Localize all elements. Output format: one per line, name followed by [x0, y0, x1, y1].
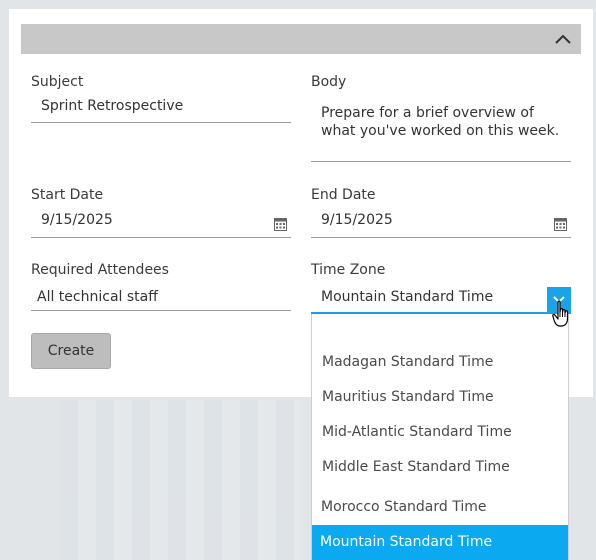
subject-value: Sprint Retrospective [41, 98, 184, 114]
chevron-up-icon[interactable] [553, 30, 573, 48]
background-pattern [60, 400, 300, 560]
attendees-label: Required Attendees [31, 262, 169, 278]
dropdown-option[interactable]: Mid-Atlantic Standard Time [312, 415, 568, 450]
calendar-icon[interactable] [554, 218, 567, 231]
dropdown-option[interactable]: Madagan Standard Time [312, 345, 568, 380]
body-value: Prepare for a brief overview of what you… [321, 105, 560, 139]
timezone-label: Time Zone [311, 262, 386, 278]
end-date-label: End Date [311, 187, 376, 203]
timezone-value: Mountain Standard Time [321, 289, 494, 305]
start-date-field[interactable]: 9/15/2025 [31, 212, 291, 238]
timezone-dropdown-list[interactable]: Madagan Standard Time Mauritius Standard… [311, 314, 569, 560]
subject-label: Subject [31, 74, 84, 90]
collapsible-header[interactable] [21, 24, 581, 54]
create-button[interactable]: Create [31, 333, 111, 369]
start-date-label: Start Date [31, 187, 104, 203]
body-field[interactable]: Prepare for a brief overview of what you… [311, 102, 571, 162]
attendees-value: All technical staff [37, 289, 158, 305]
hand-cursor-icon [552, 300, 569, 327]
attendees-field[interactable]: All technical staff [31, 289, 291, 311]
dropdown-option-selected[interactable]: Mountain Standard Time [312, 525, 568, 560]
subject-field[interactable]: Sprint Retrospective [31, 98, 291, 123]
end-date-value: 9/15/2025 [321, 212, 393, 228]
dropdown-option[interactable]: Mauritius Standard Time [312, 380, 568, 415]
calendar-icon[interactable] [274, 218, 287, 231]
dropdown-option[interactable]: Middle East Standard Time [312, 450, 568, 485]
body-label: Body [311, 74, 347, 90]
end-date-field[interactable]: 9/15/2025 [311, 212, 571, 238]
start-date-value: 9/15/2025 [41, 212, 113, 228]
dropdown-option[interactable]: Morocco Standard Time [312, 490, 568, 525]
timezone-select[interactable]: Mountain Standard Time [311, 287, 571, 314]
